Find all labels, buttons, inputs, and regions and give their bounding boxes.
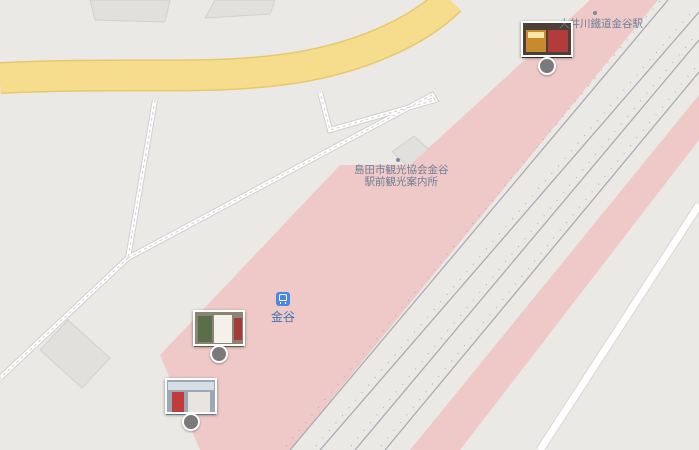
building-block xyxy=(204,0,276,19)
tourist-info-label-line2: 駅前観光案内所 xyxy=(364,176,439,188)
map-view[interactable]: 島田市観光協会金谷 駅前観光案内所 大井川鐵道金谷駅 金谷 xyxy=(0,0,699,450)
map-base-layer xyxy=(0,0,699,450)
photo-pin-icon[interactable] xyxy=(182,413,200,431)
poi-dot-icon[interactable] xyxy=(593,11,597,15)
photo-marker-station-interior[interactable] xyxy=(193,310,245,346)
building-block xyxy=(89,0,171,23)
photo-pin-icon[interactable] xyxy=(538,57,556,75)
photo-pin-icon[interactable] xyxy=(210,345,228,363)
train-station-icon[interactable] xyxy=(276,292,290,306)
station-label[interactable]: 金谷 xyxy=(271,308,295,325)
tourist-info-label-line1: 島田市観光協会金谷 xyxy=(354,164,449,176)
photo-marker-oigawa-train[interactable] xyxy=(521,21,573,57)
poi-dot-icon[interactable] xyxy=(396,158,400,162)
photo-marker-station-front[interactable] xyxy=(165,378,217,414)
tourist-info-label[interactable]: 島田市観光協会金谷 駅前観光案内所 xyxy=(354,164,449,188)
